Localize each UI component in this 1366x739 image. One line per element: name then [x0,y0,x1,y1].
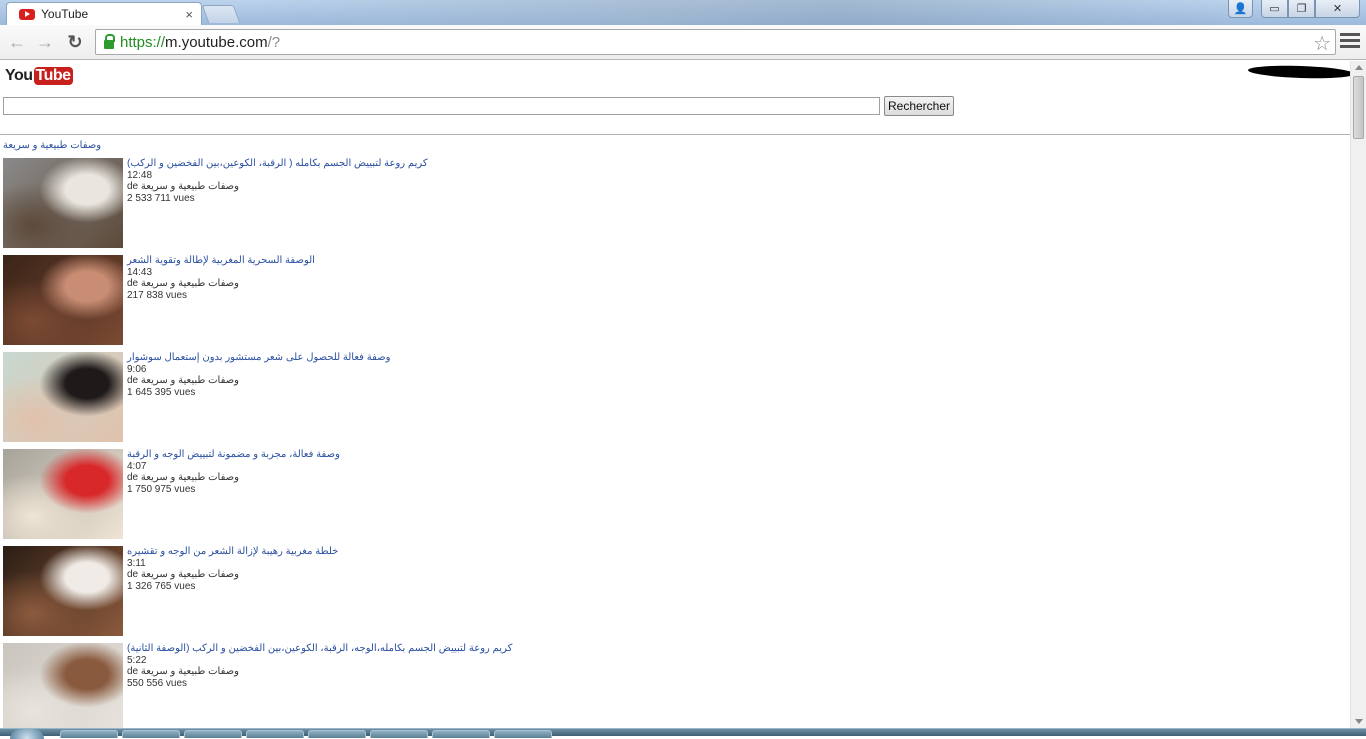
video-channel: de وصفات طبيعية و سريعة [127,375,239,386]
video-views: 1 326 765 vues [127,580,196,592]
youtube-favicon-icon [19,8,35,20]
youtube-logo[interactable]: You Tube [5,67,73,85]
menu-button[interactable] [1340,33,1360,51]
back-button[interactable]: ← [6,32,28,52]
video-item[interactable]: خلطة مغربية رهيبة لإزالة الشعر من الوجه … [3,546,703,637]
scroll-down-arrow-icon[interactable] [1355,719,1363,724]
video-item[interactable]: كريم روعة لتبييض الجسم بكامله،الوجه، الر… [3,643,703,728]
lock-icon [104,34,115,49]
video-duration: 9:06 [127,363,147,375]
video-duration: 14:43 [127,266,153,278]
video-title[interactable]: خلطة مغربية رهيبة لإزالة الشعر من الوجه … [127,546,338,558]
new-tab-button[interactable] [201,5,241,23]
video-meta: وصفة فعالة، مجربة و مضمونة لتبييض الوجه … [127,449,340,495]
url-path: /? [267,33,281,51]
taskbar-item[interactable] [370,730,428,738]
video-meta: وصفة فعالة للحصول على شعر مستشور بدون إس… [127,352,390,398]
video-title[interactable]: الوصفة السحرية المغربية لإطالة وتقوية ال… [127,255,315,267]
logo-you-text: You [5,67,33,84]
bookmark-star-icon[interactable]: ☆ [1313,31,1331,56]
vertical-scrollbar[interactable] [1350,61,1366,728]
video-views: 2 533 711 vues [127,192,195,204]
scroll-thumb[interactable] [1353,76,1364,139]
tab-title: YouTube [41,7,89,21]
video-title[interactable]: كريم روعة لتبييض الجسم بكامله،الوجه، الر… [127,643,512,655]
video-thumbnail[interactable] [3,643,123,728]
address-bar[interactable]: https:// m.youtube.com /? ☆ [95,29,1336,55]
video-item[interactable]: وصفة فعالة للحصول على شعر مستشور بدون إس… [3,352,703,443]
video-title[interactable]: وصفة فعالة، مجربة و مضمونة لتبييض الوجه … [127,449,340,461]
browser-tab[interactable]: YouTube × [6,2,202,25]
taskbar-item[interactable] [432,730,490,738]
video-item[interactable]: وصفة فعالة، مجربة و مضمونة لتبييض الوجه … [3,449,703,540]
video-channel: de وصفات طبيعية و سريعة [127,181,239,192]
logo-tube-text: Tube [33,67,73,85]
menu-bar-icon [1340,39,1360,42]
scroll-up-arrow-icon[interactable] [1355,65,1363,70]
tab-close-icon[interactable]: × [185,7,193,22]
redaction-mark [1247,64,1350,80]
start-button[interactable] [10,729,44,739]
os-taskbar [0,728,1366,739]
video-title[interactable]: كريم روعة لتبييض الجسم بكامله ( الرقبة، … [127,158,428,170]
close-window-button[interactable]: ✕ [1315,0,1360,18]
taskbar-item[interactable] [122,730,180,738]
video-views: 550 556 vues [127,677,188,689]
video-thumbnail[interactable] [3,449,123,539]
video-title[interactable]: وصفة فعالة للحصول على شعر مستشور بدون إس… [127,352,390,364]
title-bar: YouTube × 👤 ▭ ❐ ✕ [0,0,1366,25]
video-duration: 4:07 [127,460,147,472]
menu-bar-icon [1340,45,1360,48]
video-channel: de وصفات طبيعية و سريعة [127,569,239,580]
video-thumbnail[interactable] [3,546,123,636]
url-host: m.youtube.com [165,33,268,51]
video-channel: de وصفات طبيعية و سريعة [127,278,239,289]
taskbar-item[interactable] [184,730,242,738]
url-scheme: https:// [120,33,166,51]
forward-button[interactable]: → [34,32,56,52]
minimize-button[interactable]: ▭ [1261,0,1288,18]
video-thumbnail[interactable] [3,158,123,248]
video-meta: كريم روعة لتبييض الجسم بكامله،الوجه، الر… [127,643,512,689]
video-views: 1 645 395 vues [127,386,196,398]
video-thumbnail[interactable] [3,352,123,442]
taskbar-item[interactable] [308,730,366,738]
video-views: 1 750 975 vues [127,483,196,495]
video-channel: de وصفات طبيعية و سريعة [127,472,239,483]
search-button[interactable]: Rechercher [884,96,954,116]
title-bar-background [240,0,1240,25]
video-thumbnail[interactable] [3,255,123,345]
divider [0,134,1350,135]
profile-button[interactable]: 👤 [1228,0,1253,18]
browser-toolbar: ← → ↻ https:// m.youtube.com /? ☆ [0,25,1366,60]
page-content: You Tube Rechercher وصفات طبيعية و سريعة… [0,61,1350,728]
channel-link[interactable]: وصفات طبيعية و سريعة [3,140,101,151]
search-input[interactable] [3,97,880,115]
video-duration: 5:22 [127,654,147,666]
taskbar-item[interactable] [60,730,118,738]
video-channel: de وصفات طبيعية و سريعة [127,666,239,677]
maximize-button[interactable]: ❐ [1288,0,1315,18]
video-duration: 3:11 [127,557,146,569]
taskbar-item[interactable] [494,730,552,738]
reload-button[interactable]: ↻ [64,32,86,52]
video-duration: 12:48 [127,169,153,181]
menu-bar-icon [1340,33,1360,36]
video-meta: خلطة مغربية رهيبة لإزالة الشعر من الوجه … [127,546,338,592]
video-views: 217 838 vues [127,289,188,301]
taskbar-item[interactable] [246,730,304,738]
video-item[interactable]: كريم روعة لتبييض الجسم بكامله ( الرقبة، … [3,158,703,249]
video-meta: كريم روعة لتبييض الجسم بكامله ( الرقبة، … [127,158,428,204]
video-meta: الوصفة السحرية المغربية لإطالة وتقوية ال… [127,255,315,301]
video-item[interactable]: الوصفة السحرية المغربية لإطالة وتقوية ال… [3,255,703,346]
